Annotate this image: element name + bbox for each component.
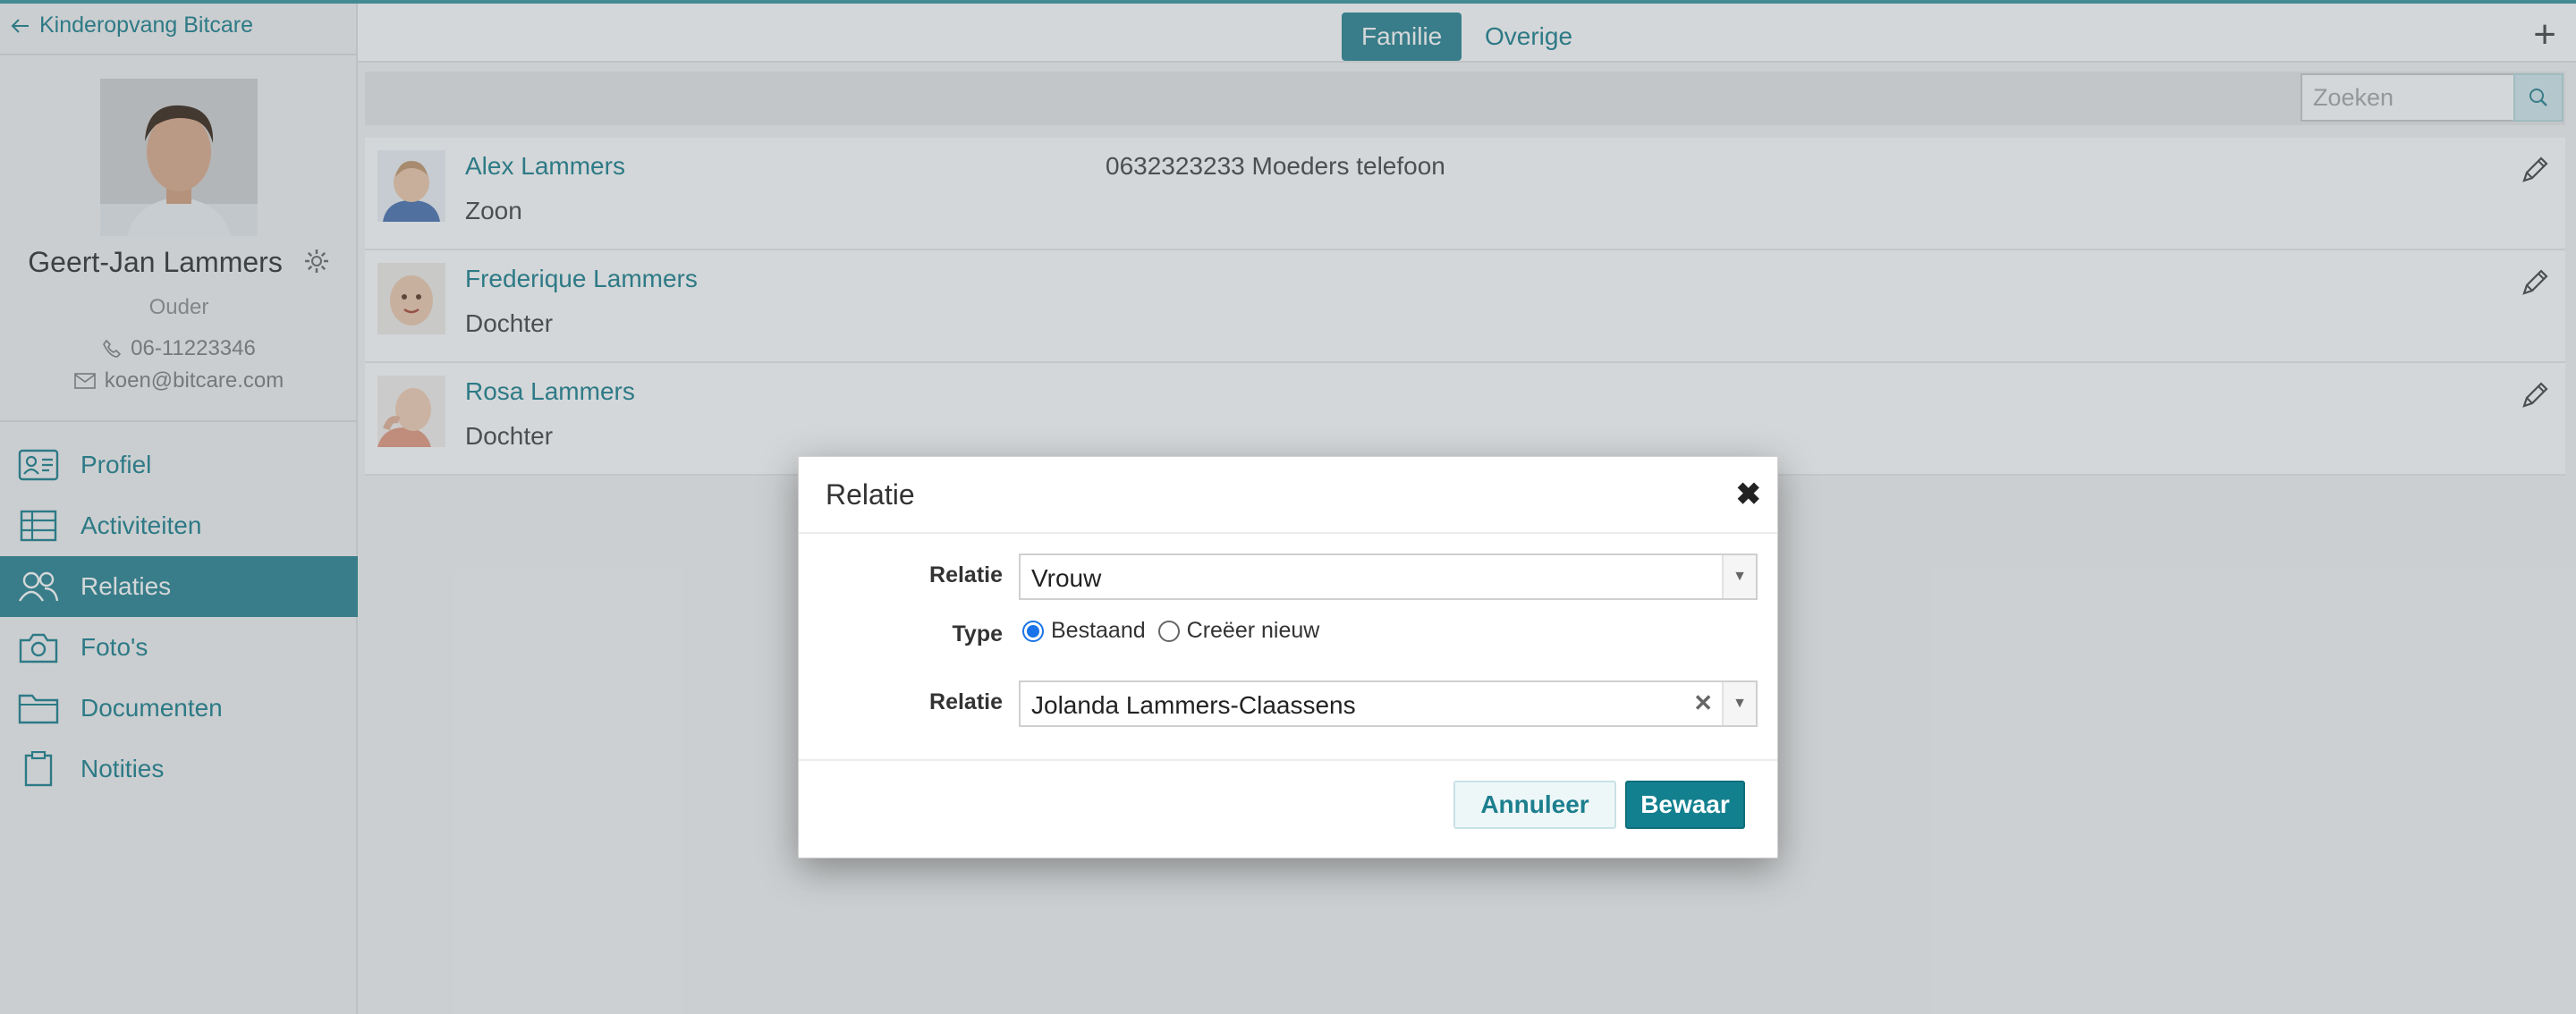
cancel-button[interactable]: Annuleer (1453, 781, 1616, 829)
radio-creeer-nieuw[interactable] (1157, 620, 1180, 642)
dialog-header: Relatie ✖ (799, 457, 1777, 534)
type-label: Type (952, 621, 1004, 646)
select-value: Jolanda Lammers-Claassens (1031, 691, 1356, 719)
radio-label[interactable]: Bestaand (1051, 618, 1146, 644)
chevron-down-icon[interactable]: ▼ (1722, 682, 1756, 725)
select-value: Vrouw (1031, 564, 1102, 592)
dialog-footer-divider (799, 759, 1777, 761)
relatie-person-select[interactable]: Jolanda Lammers-Claassens ✕ ▼ (1019, 680, 1758, 727)
dialog-title: Relatie (826, 478, 915, 511)
clear-icon[interactable]: ✕ (1693, 689, 1713, 717)
relatie-dialog: Relatie ✖ Relatie Vrouw ▼ Type Bestaand … (798, 456, 1778, 858)
relatie-type-label: Relatie (929, 562, 1003, 587)
relatie-type-select[interactable]: Vrouw ▼ (1019, 553, 1758, 600)
close-icon[interactable]: ✖ (1736, 477, 1762, 512)
radio-label[interactable]: Creëer nieuw (1187, 618, 1320, 644)
save-button[interactable]: Bewaar (1625, 781, 1745, 829)
chevron-down-icon[interactable]: ▼ (1722, 555, 1756, 598)
relatie-person-label: Relatie (929, 689, 1003, 714)
type-radio-group: Bestaand Creëer nieuw (1022, 618, 1319, 644)
radio-bestaand[interactable] (1022, 620, 1044, 642)
